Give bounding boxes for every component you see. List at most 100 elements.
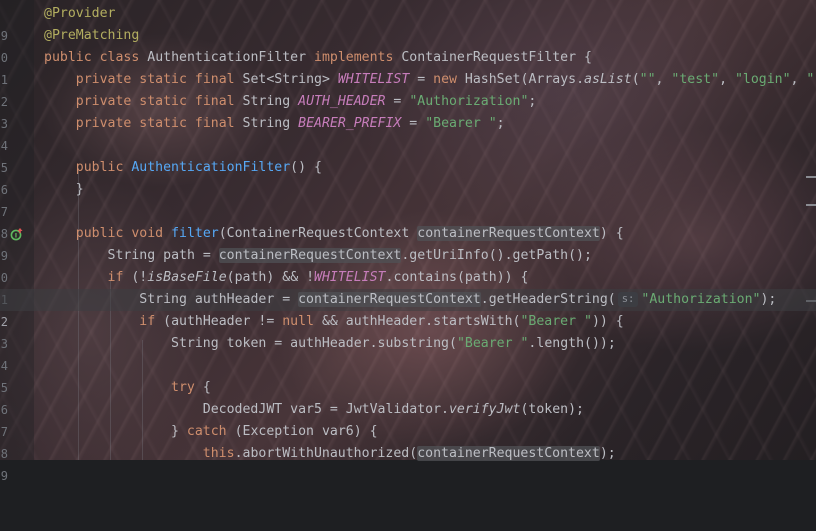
code-line[interactable]: 5 xyxy=(0,355,816,395)
code-token: ContainerRequestContext xyxy=(226,226,410,241)
code-line[interactable]: 8 } catch (Exception var6) { xyxy=(0,421,816,461)
code-token: path xyxy=(163,248,195,263)
override-method-icon[interactable]: I xyxy=(10,227,24,241)
code-line[interactable]: 8 xyxy=(0,201,816,241)
code-token: token xyxy=(528,402,569,417)
code-text: } xyxy=(44,182,84,197)
code-token: if xyxy=(139,314,156,329)
code-token: public xyxy=(44,50,92,65)
code-text: if (!isBaseFile(path) && !WHITELIST.cont… xyxy=(107,270,529,285)
code-line[interactable]: 4 private static final String BEARER_PRE… xyxy=(0,113,816,153)
code-line[interactable]: 0 String path = containerRequestContext.… xyxy=(0,245,816,285)
code-token: abortWithUnauthorized xyxy=(242,446,410,461)
code-text: @Provider xyxy=(44,3,115,25)
code-line[interactable]: 3 if (authHeader != null && authHeader.s… xyxy=(0,311,816,351)
code-token: var6 xyxy=(321,424,354,439)
code-token: WHITELIST xyxy=(314,270,386,285)
code-text: this.abortWithUnauthorized(containerRequ… xyxy=(202,446,616,461)
code-token: var5 xyxy=(290,402,322,417)
code-token: String xyxy=(139,292,187,307)
code-line[interactable]: 3 private static final String AUTH_HEADE… xyxy=(0,91,816,131)
code-text: String authHeader = containerRequestCont… xyxy=(139,292,777,307)
code-token: length xyxy=(536,336,585,351)
code-token: final xyxy=(194,72,235,87)
code-line[interactable]: 1 if (!isBaseFile(path) && !WHITELIST.co… xyxy=(0,267,816,307)
code-token: @PreMatching xyxy=(44,28,140,43)
code-token: final xyxy=(194,94,235,109)
code-token: authHeader xyxy=(290,336,370,351)
parameter-hint: s: xyxy=(617,292,639,307)
code-editor[interactable]: 9 @Provider 0 @PreMatching 1 public clas… xyxy=(0,3,816,483)
code-token: authHeader xyxy=(194,292,275,307)
code-token: String xyxy=(242,116,291,131)
code-line-current[interactable]: 2 String authHeader = containerRequestCo… xyxy=(0,289,816,329)
code-token: getPath xyxy=(512,248,569,263)
code-line[interactable]: 5 xyxy=(0,135,816,175)
code-line[interactable]: 6 try { xyxy=(0,377,816,417)
code-token: String xyxy=(171,336,219,351)
code-token: containerRequestContext xyxy=(417,446,600,461)
code-token: String xyxy=(107,248,156,263)
code-token: "Bearer " xyxy=(520,314,592,329)
code-token: token xyxy=(226,336,267,351)
code-token: authHeader xyxy=(345,314,426,329)
code-token: implements xyxy=(314,50,394,65)
code-token: containerRequestContext xyxy=(417,226,600,241)
code-line[interactable]: 9 this.abortWithUnauthorized(containerRe… xyxy=(0,443,816,483)
code-line[interactable]: 6 public AuthenticationFilter() { xyxy=(0,157,816,197)
code-token: isBaseFile xyxy=(147,270,227,285)
code-token: static xyxy=(139,116,187,131)
code-token: private xyxy=(75,72,132,87)
code-text: public void filter(ContainerRequestConte… xyxy=(75,226,624,241)
code-token: DecodedJWT xyxy=(202,402,283,417)
code-line[interactable]: 0 @PreMatching xyxy=(0,25,816,65)
code-token: "Bearer " xyxy=(425,116,497,131)
code-token: substring xyxy=(377,336,449,351)
code-token: path xyxy=(464,270,497,285)
code-line[interactable]: 9 @Provider xyxy=(0,3,816,43)
code-token: Exception xyxy=(242,424,314,439)
code-line[interactable]: 4 String token = authHeader.substring("B… xyxy=(0,333,816,373)
code-token: path xyxy=(234,270,267,285)
code-token: static xyxy=(139,94,187,109)
code-token: "test" xyxy=(671,72,720,87)
code-token: String xyxy=(242,94,291,109)
code-token: AUTH_HEADER xyxy=(298,94,386,109)
code-token: "" xyxy=(639,72,656,87)
code-line[interactable]: 7 DecodedJWT var5 = JwtValidator.verifyJ… xyxy=(0,399,816,439)
code-line[interactable]: 7 } xyxy=(0,179,816,219)
code-token: BEARER_PREFIX xyxy=(298,116,402,131)
code-text: try { xyxy=(171,380,211,395)
line-number: 9 xyxy=(0,469,8,483)
code-token: "Authorization" xyxy=(641,292,761,307)
code-token: ContainerRequestFilter xyxy=(401,50,577,65)
code-token: authHeader xyxy=(171,314,251,329)
code-token: asList xyxy=(584,72,632,87)
code-token: this xyxy=(202,446,235,461)
code-token: containerRequestContext xyxy=(218,248,402,263)
code-text: } catch (Exception var6) { xyxy=(44,424,378,439)
code-token: AuthenticationFilter xyxy=(147,50,307,65)
code-token: HashSet xyxy=(464,72,521,87)
code-token: AuthenticationFilter xyxy=(131,160,291,175)
code-token: private xyxy=(75,94,132,109)
code-line[interactable]: 9 I public void filter(ContainerRequestC… xyxy=(0,223,816,263)
code-token: void xyxy=(131,226,164,241)
code-line[interactable]: 2 private static final Set<String> WHITE… xyxy=(0,69,816,109)
code-text: private static final Set<String> WHITELI… xyxy=(75,72,815,87)
code-token: class xyxy=(99,50,140,65)
code-text: if (authHeader != null && authHeader.sta… xyxy=(139,314,624,329)
code-token: " xyxy=(806,72,815,87)
code-token: containerRequestContext xyxy=(298,292,481,307)
code-token: startsWith xyxy=(433,314,513,329)
code-text: public AuthenticationFilter() { xyxy=(75,160,322,175)
code-token: Arrays xyxy=(528,72,577,87)
code-token: catch xyxy=(186,424,227,439)
code-token: new xyxy=(433,72,457,87)
code-line[interactable]: 1 public class AuthenticationFilter impl… xyxy=(0,47,816,87)
code-text: String token = authHeader.substring("Bea… xyxy=(171,336,616,351)
code-token: private xyxy=(75,116,132,131)
code-token: if xyxy=(107,270,124,285)
code-token: contains xyxy=(393,270,457,285)
code-token: final xyxy=(194,116,235,131)
